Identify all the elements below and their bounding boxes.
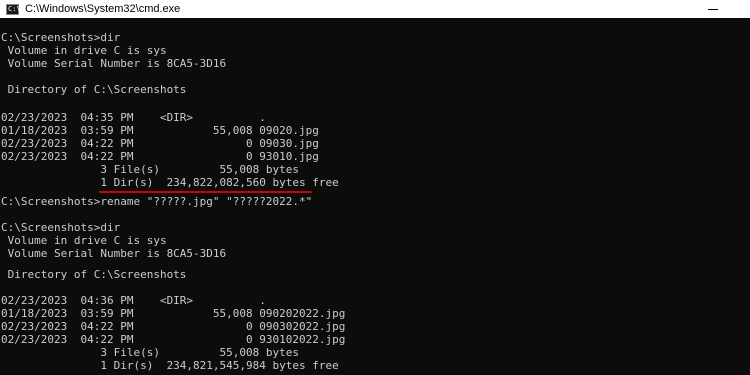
console-line: C:\Screenshots>dir [1,221,121,234]
minimize-button[interactable] [702,0,724,18]
console-line: Volume in drive C is sys [1,44,167,57]
console-line: 3 File(s) 55,008 bytes [1,163,300,176]
console-line: 01/18/2023 03:59 PM 55,008 090202022.jpg [1,307,346,320]
window-title: C:\Windows\System32\cmd.exe [25,3,181,15]
console-line: 01/18/2023 03:59 PM 55,008 09020.jpg [1,124,319,137]
console-output[interactable]: C:\Screenshots>dir Volume in drive C is … [0,18,750,375]
console-line: 3 File(s) 55,008 bytes [1,346,300,359]
console-line: C:\Screenshots>dir [1,31,121,44]
console-line: Directory of C:\Screenshots [1,268,187,281]
console-line: 02/23/2023 04:36 PM <DIR> . [1,294,266,307]
console-line: Volume Serial Number is 8CA5-3D16 [1,57,227,70]
console-line: 02/23/2023 04:22 PM 0 93010.jpg [1,150,319,163]
command-highlight-underline [99,191,312,193]
console-line: Volume Serial Number is 8CA5-3D16 [1,247,227,260]
console-line: 02/23/2023 04:22 PM 0 930102022.jpg [1,333,346,346]
console-line: 1 Dir(s) 234,821,545,984 bytes free [1,359,339,372]
console-line: 02/23/2023 04:35 PM <DIR> . [1,111,266,124]
console-line: Directory of C:\Screenshots [1,83,187,96]
title-bar: C:\ C:\Windows\System32\cmd.exe [0,0,750,18]
console-line: Volume in drive C is sys [1,234,167,247]
rename-command-line: C:\Screenshots>rename "?????.jpg" "?????… [1,195,313,208]
cmd-icon: C:\ [6,3,21,15]
console-line: 02/23/2023 04:22 PM 0 09030.jpg [1,137,319,150]
console-line: 02/23/2023 04:22 PM 0 090302022.jpg [1,320,346,333]
console-line: 1 Dir(s) 234,822,082,560 bytes free [1,176,339,189]
minimize-icon [708,8,718,10]
